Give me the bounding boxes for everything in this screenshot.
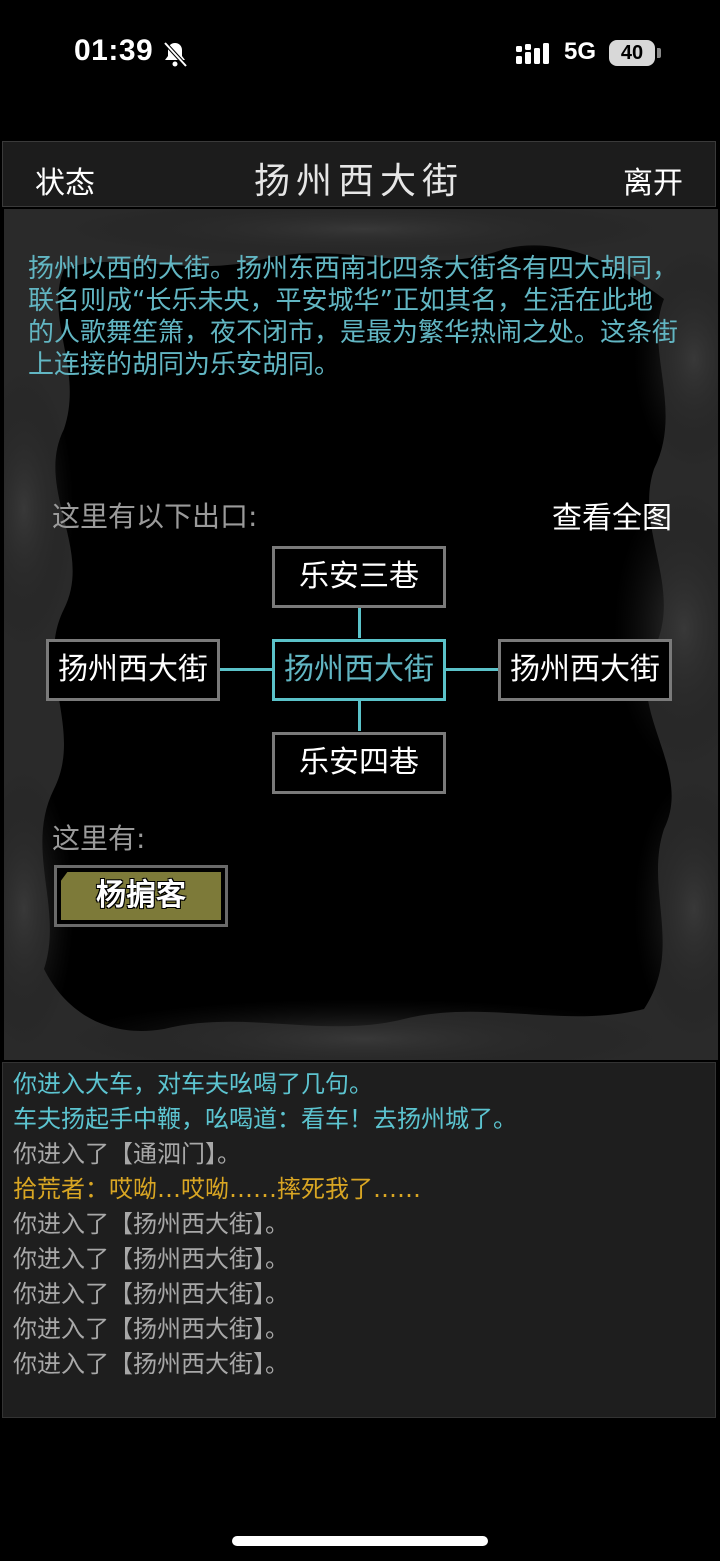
battery-nub [657,48,661,58]
exit-south[interactable]: 乐安四巷 [272,732,446,794]
status-time: 01:39 [74,34,154,67]
battery-indicator: 40 [609,40,655,66]
connector-south [358,700,361,731]
log-line: 你进入了【通泗门】。 [13,1140,241,1168]
log-line: 你进入了【扬州西大街】。 [13,1280,289,1308]
log-line: 你进入了【扬州西大街】。 [13,1245,289,1273]
connector-west [219,668,272,671]
bell-slash-icon [163,41,188,68]
log-line: 车夫扬起手中鞭，吆喝道：看车！去扬州城了。 [13,1105,517,1133]
log-line: 你进入了【扬州西大街】。 [13,1350,289,1378]
game-header: 状态 扬州西大街 离开 [2,141,716,207]
log-line: 拾荒者：哎呦…哎呦……摔死我了…… [13,1175,421,1203]
exit-east[interactable]: 扬州西大街 [498,639,672,701]
exit-west[interactable]: 扬州西大街 [46,639,220,701]
log-line: 你进入大车，对车夫吆喝了几句。 [13,1070,373,1098]
location-title: 扬州西大街 [253,161,464,202]
leave-button[interactable]: 离开 [623,158,683,202]
npc-button[interactable]: 杨掮客 [54,865,228,927]
npc-name: 杨掮客 [61,872,221,920]
npcs-label: 这里有: [52,822,146,855]
connector-east [446,668,499,671]
log-line: 你进入了【扬州西大街】。 [13,1210,289,1238]
room-panel: 扬州以西的大街。扬州东西南北四条大街各有四大胡同，联名则成“长乐未央，平安城华”… [4,209,718,1060]
exits-label: 这里有以下出口: [52,500,258,533]
view-full-map-button[interactable]: 查看全图 [552,493,672,537]
room-description: 扬州以西的大街。扬州东西南北四条大街各有四大胡同，联名则成“长乐未央，平安城华”… [28,254,679,380]
status-bar: 01:39 5G 40 [0,0,720,110]
connector-north [358,608,361,638]
network-label: 5G [564,38,597,65]
message-log: 你进入大车，对车夫吆喝了几句。车夫扬起手中鞭，吆喝道：看车！去扬州城了。 你进入了… [2,1062,716,1418]
exit-north[interactable]: 乐安三巷 [272,546,446,608]
log-line: 你进入了【扬州西大街】。 [13,1315,289,1343]
signal-icon [516,43,549,64]
home-indicator[interactable] [232,1536,488,1546]
exit-current-location[interactable]: 扬州西大街 [272,639,446,701]
